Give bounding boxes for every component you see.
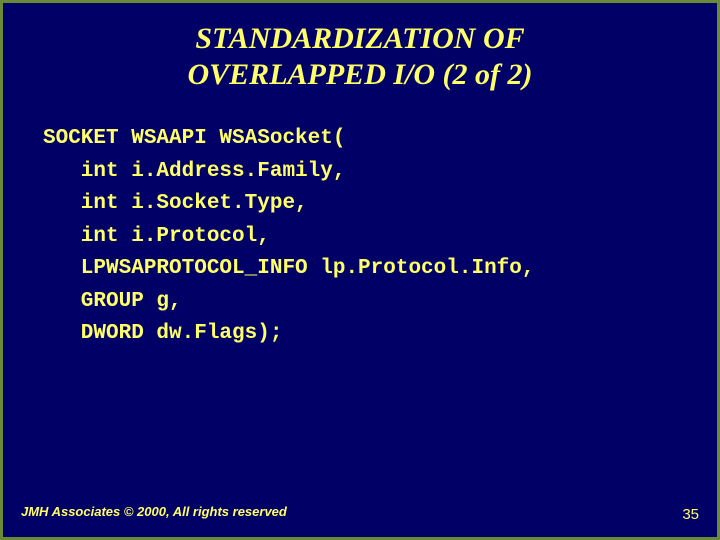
slide-title: STANDARDIZATION OF OVERLAPPED I/O (2 of … (63, 21, 657, 93)
code-line-6: GROUP g, (43, 290, 182, 313)
code-line-7: DWORD dw.Flags); (43, 322, 282, 345)
slide-number: 35 (682, 506, 699, 523)
footer-copyright: JMH Associates © 2000, All rights reserv… (21, 504, 287, 519)
code-line-2: int i.Address.Family, (43, 160, 345, 183)
code-line-1: SOCKET WSAAPI WSASocket( (43, 127, 345, 150)
slide: STANDARDIZATION OF OVERLAPPED I/O (2 of … (0, 0, 720, 540)
title-line-2: OVERLAPPED I/O (2 of 2) (188, 58, 533, 91)
code-block: SOCKET WSAAPI WSASocket( int i.Address.F… (43, 123, 677, 351)
code-line-3: int i.Socket.Type, (43, 192, 308, 215)
code-line-5: LPWSAPROTOCOL_INFO lp.Protocol.Info, (43, 257, 534, 280)
title-line-1: STANDARDIZATION OF (195, 22, 524, 55)
code-line-4: int i.Protocol, (43, 225, 270, 248)
